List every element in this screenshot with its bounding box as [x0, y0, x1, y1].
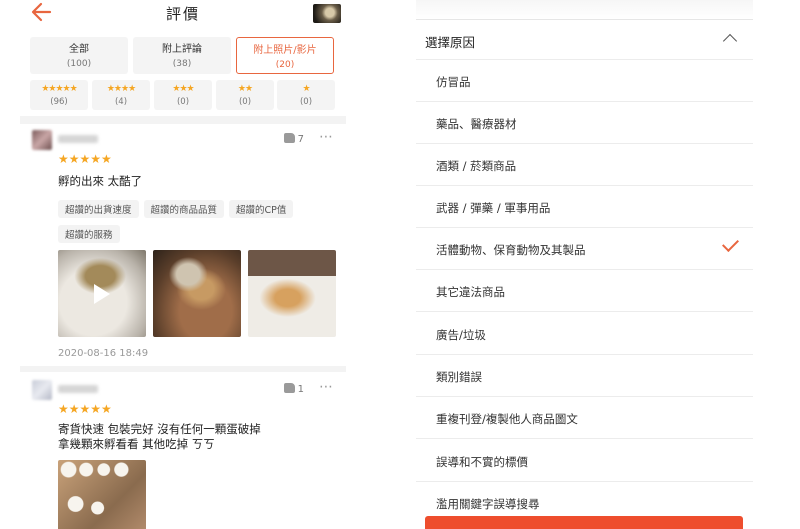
- reason-label: 藥品、醫療器材: [436, 117, 517, 131]
- filter-count: (38): [172, 59, 192, 69]
- filter-label: 全部: [69, 44, 89, 55]
- play-icon: [94, 284, 110, 304]
- reason-label: 酒類 / 菸類商品: [436, 159, 517, 173]
- section-divider: [20, 366, 346, 372]
- avatar[interactable]: [32, 380, 52, 400]
- filter-with-media-button[interactable]: 附上照片/影片 (20): [236, 37, 334, 74]
- review-text: 寄貨快速 包裝完好 沒有任何一顆蛋破掉 拿幾顆來孵看看 其他吃掉 ㄎㄎ: [58, 422, 261, 452]
- review-item: 1 ⋯ ★★★★★ 寄貨快速 包裝完好 沒有任何一顆蛋破掉 拿幾顆來孵看看 其他…: [30, 379, 340, 529]
- filter-count: (4): [114, 97, 128, 107]
- filter-label: 附上評論: [162, 44, 202, 55]
- reason-option[interactable]: 類別錯誤: [416, 355, 753, 397]
- reviews-screen: 評價 全部 (100) 附上評論 (38) 附上照片/影片 (20) ★★★★★…: [20, 0, 346, 529]
- page-title: 評價: [165, 5, 200, 23]
- reason-label: 濫用關鍵字誤導搜尋: [436, 497, 540, 511]
- review-tags: 超讚的出貨速度 超讚的商品品質 超讚的CP值超讚的服務: [58, 198, 346, 248]
- review-text-line: 拿幾顆來孵看看 其他吃掉 ㄎㄎ: [58, 437, 215, 451]
- more-options-icon[interactable]: ⋯: [319, 129, 334, 145]
- review-text: 孵的出來 太酷了: [58, 174, 143, 188]
- review-tag: 超讚的出貨速度: [58, 200, 139, 218]
- filter-count: (0): [176, 97, 190, 107]
- filter-1-star-button[interactable]: ★ (0): [277, 80, 335, 110]
- like-count: 7: [297, 134, 304, 145]
- filter-with-comment-button[interactable]: 附上評論 (38): [133, 37, 231, 74]
- filter-count: (0): [238, 97, 252, 107]
- reason-option[interactable]: 其它違法商品: [416, 270, 753, 312]
- filter-5-stars-button[interactable]: ★★★★★ (96): [30, 80, 88, 110]
- reason-label: 誤導和不實的標價: [436, 455, 528, 469]
- filter-all-button[interactable]: 全部 (100): [30, 37, 128, 74]
- reason-label: 類別錯誤: [436, 370, 482, 384]
- checkmark-icon: [722, 235, 739, 252]
- review-tag: 超讚的服務: [58, 225, 120, 243]
- filter-count: (100): [66, 59, 92, 69]
- reason-label: 重複刊登/複製他人商品圖文: [436, 412, 578, 426]
- reason-option[interactable]: 誤導和不實的標價: [416, 440, 753, 482]
- screenshot-stage: 評價 全部 (100) 附上評論 (38) 附上照片/影片 (20) ★★★★★…: [0, 0, 800, 529]
- review-item: 7 ⋯ ★★★★★ 孵的出來 太酷了 超讚的出貨速度 超讚的商品品質 超讚的CP值超…: [30, 129, 340, 362]
- reason-option[interactable]: 武器 / 彈藥 / 軍事用品: [416, 186, 753, 228]
- star-icons: ★: [302, 84, 310, 94]
- section-divider: [20, 116, 346, 124]
- reason-label: 廣告/垃圾: [436, 328, 486, 342]
- star-icons: ★★: [237, 84, 253, 94]
- star-icons: ★★★: [172, 84, 194, 94]
- filter-4-stars-button[interactable]: ★★★★ (4): [92, 80, 150, 110]
- sheet-backdrop: [416, 0, 753, 19]
- review-text-line: 寄貨快速 包裝完好 沒有任何一顆蛋破掉: [58, 422, 261, 436]
- reason-option[interactable]: 廣告/垃圾: [416, 313, 753, 355]
- review-photo[interactable]: [58, 460, 146, 529]
- chevron-up-icon: [722, 33, 738, 49]
- avatar[interactable]: [32, 130, 52, 150]
- filter-label: 附上照片/影片: [253, 45, 317, 56]
- reason-label: 其它違法商品: [436, 285, 505, 299]
- review-photo[interactable]: [248, 250, 336, 337]
- reason-label: 武器 / 彈藥 / 軍事用品: [436, 201, 551, 215]
- reason-label: 活體動物、保育動物及其製品: [436, 243, 586, 257]
- filter-3-stars-button[interactable]: ★★★ (0): [154, 80, 212, 110]
- reason-option[interactable]: 酒類 / 菸類商品: [416, 144, 753, 186]
- review-stars: ★★★★★: [58, 152, 112, 166]
- star-filter-row: ★★★★★ (96) ★★★★ (4) ★★★ (0) ★★ (0) ★ (0): [30, 80, 335, 110]
- username-blurred: [58, 135, 98, 143]
- thumbs-up-icon: [283, 383, 295, 393]
- reason-label: 仿冒品: [436, 75, 471, 89]
- filter-2-stars-button[interactable]: ★★ (0): [216, 80, 274, 110]
- review-tag: 超讚的CP值: [229, 200, 294, 218]
- like-count: 1: [297, 384, 304, 395]
- sheet-title: 選擇原因: [425, 35, 476, 50]
- filter-count: (20): [275, 60, 295, 70]
- review-photo[interactable]: [153, 250, 241, 337]
- filter-count: (96): [50, 97, 68, 107]
- review-date: 2020-08-16 18:49: [58, 348, 149, 359]
- reason-option[interactable]: 重複刊登/複製他人商品圖文: [416, 397, 753, 439]
- thumbs-up-icon: [283, 133, 295, 143]
- review-stars: ★★★★★: [58, 402, 112, 416]
- review-video-thumbnail[interactable]: [58, 250, 146, 337]
- product-thumbnail[interactable]: [313, 4, 341, 23]
- review-tag: 超讚的商品品質: [143, 200, 225, 218]
- reason-dropdown-header[interactable]: 選擇原因: [416, 20, 753, 60]
- like-button[interactable]: 7: [283, 133, 304, 145]
- reason-option[interactable]: 仿冒品: [416, 60, 753, 102]
- username-blurred: [58, 385, 98, 393]
- reason-option[interactable]: 藥品、醫療器材: [416, 102, 753, 144]
- star-icons: ★★★★★: [41, 84, 77, 94]
- report-reason-sheet: 選擇原因 仿冒品 藥品、醫療器材 酒類 / 菸類商品 武器 / 彈藥 / 軍事用…: [416, 0, 753, 529]
- reviews-header: 評價: [20, 0, 346, 26]
- star-icons: ★★★★: [106, 84, 136, 94]
- submit-button[interactable]: [425, 516, 743, 529]
- review-filter-tabs: 全部 (100) 附上評論 (38) 附上照片/影片 (20): [30, 37, 335, 74]
- reason-option-selected[interactable]: 活體動物、保育動物及其製品: [416, 228, 753, 270]
- like-button[interactable]: 1: [283, 383, 304, 395]
- review-media: [58, 250, 346, 337]
- filter-count: (0): [299, 97, 313, 107]
- more-options-icon[interactable]: ⋯: [319, 379, 334, 395]
